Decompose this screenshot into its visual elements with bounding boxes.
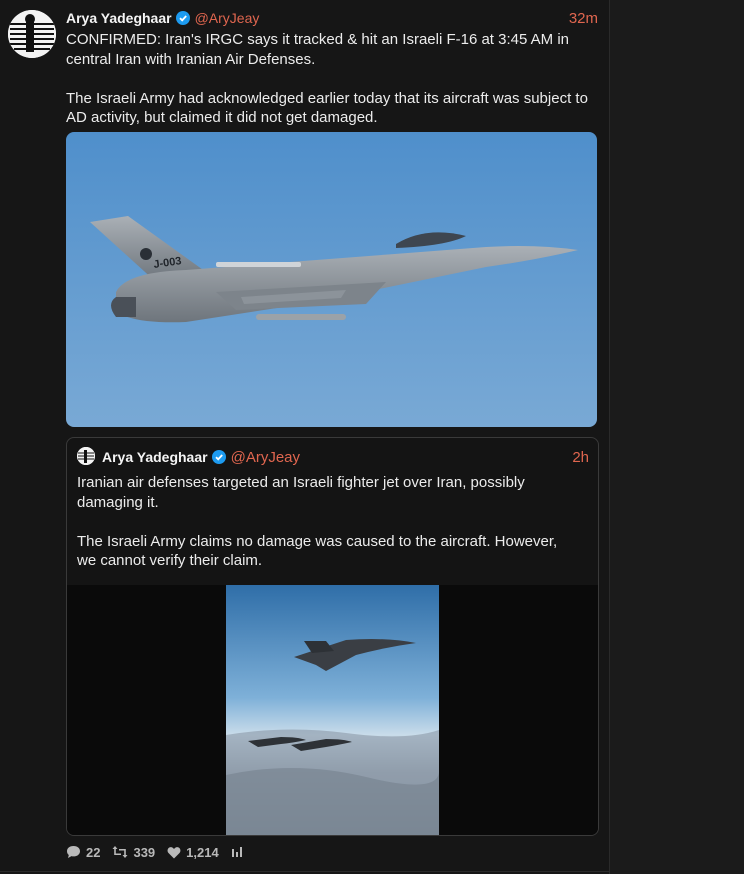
quoted-media-container [67,585,598,835]
tweet-actions: 22 339 1,214 [66,843,243,861]
like-icon [167,846,181,858]
verified-badge-icon [175,11,190,25]
quoted-tweet-image-f35[interactable] [226,585,439,835]
retweet-button[interactable]: 339 [112,845,155,860]
quoted-tweet-header: Arya Yadeghaar @AryJeay 2h [102,447,589,467]
author-handle[interactable]: @AryJeay [195,10,260,26]
tweet-divider [0,871,609,872]
retweet-count: 339 [133,844,156,860]
quoted-author-name[interactable]: Arya Yadeghaar [102,449,208,465]
analytics-button[interactable] [231,846,243,858]
quoted-tweet-text: Iranian air defenses targeted an Israeli… [77,473,577,571]
author-name[interactable]: Arya Yadeghaar [66,10,172,26]
like-count: 1,214 [186,844,219,860]
retweet-icon [112,846,128,858]
reply-count: 22 [86,844,101,860]
quoted-tweet-timestamp[interactable]: 2h [572,449,589,466]
tweet-header: Arya Yadeghaar @AryJeay 32m [66,8,598,28]
author-avatar[interactable] [8,10,56,58]
tweet-paragraph: CONFIRMED: Iran's IRGC says it tracked &… [66,31,570,68]
right-pane [610,0,744,874]
quoted-author-avatar[interactable] [77,447,95,465]
quoted-tweet-paragraph: Iranian air defenses targeted an Israeli… [77,474,525,511]
tweet-feed: Arya Yadeghaar @AryJeay 32m CONFIRMED: I… [0,0,610,874]
tweet-paragraph: The Israeli Army had acknowledged earlie… [66,89,588,127]
tweet-text: CONFIRMED: Iran's IRGC says it tracked &… [66,30,596,128]
verified-badge-icon [211,450,226,464]
quoted-author-handle[interactable]: @AryJeay [231,449,300,466]
like-button[interactable]: 1,214 [167,845,219,860]
tweet-timestamp[interactable]: 32m [569,10,598,27]
reply-button[interactable]: 22 [66,845,100,860]
quoted-tweet-paragraph: The Israeli Army claims no damage was ca… [77,532,558,570]
quoted-tweet[interactable]: Arya Yadeghaar @AryJeay 2h Iranian air d… [66,437,599,836]
analytics-icon [231,847,242,857]
tweet-image-f16[interactable]: J-003 [66,132,597,427]
reply-icon [67,846,80,858]
